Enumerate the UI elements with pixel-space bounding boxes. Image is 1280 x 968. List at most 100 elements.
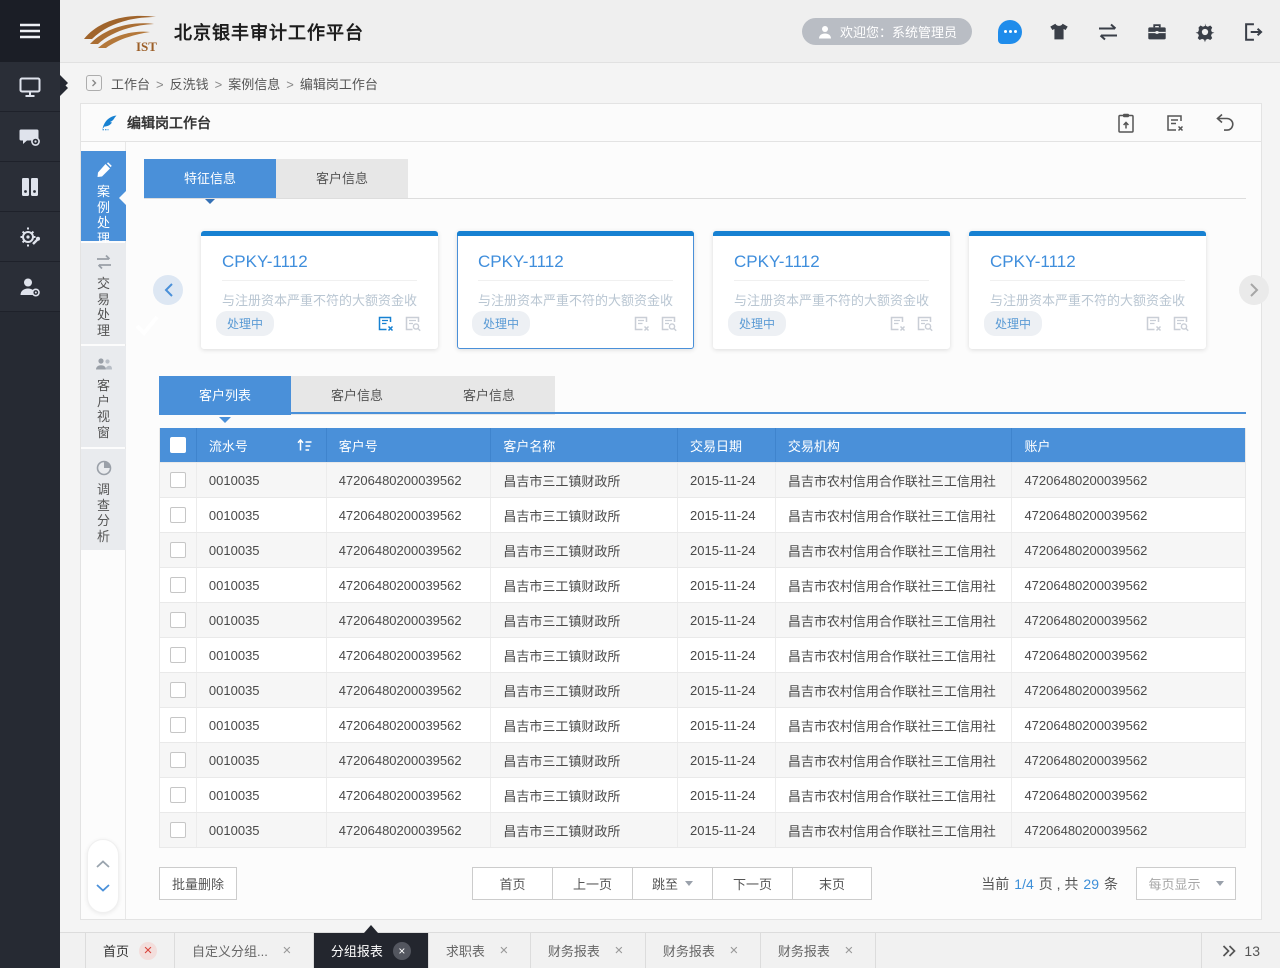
table-row[interactable]: 0010035 47206480200039562 昌吉市三工镇财政所 2015…: [160, 463, 1245, 498]
card-view-doc-icon[interactable]: [660, 315, 677, 332]
breadcrumb-item[interactable]: 反洗钱>: [170, 74, 223, 93]
feature-tab[interactable]: 特征信息: [144, 159, 276, 198]
table-row[interactable]: 0010035 47206480200039562 昌吉市三工镇财政所 2015…: [160, 603, 1245, 638]
column-header[interactable]: 账户: [1012, 428, 1245, 462]
jump-to-button[interactable]: 跳至: [632, 867, 712, 900]
breadcrumb-chevron-icon[interactable]: [86, 75, 102, 91]
bottom-tab[interactable]: 分组报表 ×: [314, 933, 429, 968]
sidebar-item-workbench[interactable]: [0, 62, 60, 112]
vertical-tab[interactable]: 交易处理: [81, 243, 126, 344]
remove-doc-icon[interactable]: [1165, 113, 1185, 133]
row-checkbox[interactable]: [170, 542, 186, 558]
sidebar-item-archive[interactable]: [0, 162, 60, 212]
table-row[interactable]: 0010035 47206480200039562 昌吉市三工镇财政所 2015…: [160, 498, 1245, 533]
table-row[interactable]: 0010035 47206480200039562 昌吉市三工镇财政所 2015…: [160, 813, 1245, 848]
vertical-tab[interactable]: 案例处理: [81, 151, 126, 241]
table-row[interactable]: 0010035 47206480200039562 昌吉市三工镇财政所 2015…: [160, 778, 1245, 813]
row-checkbox[interactable]: [170, 752, 186, 768]
clipboard-import-icon[interactable]: [1117, 113, 1135, 133]
undo-icon[interactable]: [1215, 113, 1235, 131]
table-row[interactable]: 0010035 47206480200039562 昌吉市三工镇财政所 2015…: [160, 638, 1245, 673]
case-card[interactable]: CPKY-1112 与注册资本严重不符的大额资金收付 处理中: [969, 231, 1206, 349]
sidebar-item-messages[interactable]: [0, 112, 60, 162]
first-page-button[interactable]: 首页: [472, 867, 552, 900]
last-page-button[interactable]: 末页: [792, 867, 872, 900]
briefcase-icon[interactable]: [1146, 21, 1168, 43]
table-row[interactable]: 0010035 47206480200039562 昌吉市三工镇财政所 2015…: [160, 568, 1245, 603]
row-checkbox[interactable]: [170, 577, 186, 593]
card-remove-doc-icon[interactable]: [1145, 315, 1162, 332]
bottom-tab[interactable]: 首页 ×: [85, 933, 175, 968]
column-header[interactable]: 交易机构: [776, 428, 1013, 462]
breadcrumb-item[interactable]: 编辑岗工作台>: [300, 74, 378, 93]
card-view-doc-icon[interactable]: [404, 315, 421, 332]
breadcrumb-item[interactable]: 工作台>: [111, 74, 164, 93]
case-card[interactable]: CPKY-1112 与注册资本严重不符的大额资金收付 处理中: [713, 231, 950, 349]
case-card[interactable]: CPKY-1112 与注册资本严重不符的大额资金收付 处理中: [201, 231, 438, 349]
sort-icon[interactable]: [297, 438, 312, 452]
close-tab-icon[interactable]: ×: [725, 942, 743, 960]
batch-delete-button[interactable]: 批量删除: [159, 867, 237, 900]
logout-icon[interactable]: [1242, 21, 1264, 43]
vertical-tab[interactable]: 调查分析: [81, 449, 126, 550]
sidebar-item-users[interactable]: [0, 262, 60, 312]
close-tab-icon[interactable]: ×: [139, 942, 157, 960]
carousel-next-button[interactable]: [1239, 275, 1269, 305]
column-header[interactable]: 客户号: [327, 428, 492, 462]
sidebar-item-settings[interactable]: [0, 212, 60, 262]
close-tab-icon[interactable]: ×: [495, 942, 513, 960]
close-tab-icon[interactable]: ×: [278, 942, 296, 960]
theme-shirt-icon[interactable]: [1048, 21, 1070, 43]
bottom-tab[interactable]: 求职表 ×: [429, 933, 531, 968]
column-header[interactable]: 交易日期: [678, 428, 776, 462]
scroll-up-icon[interactable]: [96, 860, 110, 868]
bottom-tab[interactable]: 自定义分组... ×: [175, 933, 314, 968]
customer-tab[interactable]: 客户列表: [159, 376, 291, 415]
row-checkbox[interactable]: [170, 612, 186, 628]
prev-page-button[interactable]: 上一页: [552, 867, 632, 900]
next-page-button[interactable]: 下一页: [712, 867, 792, 900]
scroll-down-icon[interactable]: [96, 884, 110, 892]
card-view-doc-icon[interactable]: [1172, 315, 1189, 332]
card-remove-doc-icon[interactable]: [889, 315, 906, 332]
table-row[interactable]: 0010035 47206480200039562 昌吉市三工镇财政所 2015…: [160, 743, 1245, 778]
table-row[interactable]: 0010035 47206480200039562 昌吉市三工镇财政所 2015…: [160, 708, 1245, 743]
row-checkbox[interactable]: [170, 682, 186, 698]
settings-icon[interactable]: [1194, 21, 1216, 43]
column-header[interactable]: 客户名称: [491, 428, 678, 462]
bottom-tab[interactable]: 财务报表 ×: [646, 933, 761, 968]
card-remove-doc-icon[interactable]: [633, 315, 650, 332]
column-header[interactable]: 流水号: [209, 436, 248, 455]
messages-icon[interactable]: [998, 20, 1022, 44]
vertical-tab[interactable]: 客户视窗: [81, 346, 126, 447]
table-row[interactable]: 0010035 47206480200039562 昌吉市三工镇财政所 2015…: [160, 533, 1245, 568]
bottom-tab[interactable]: 财务报表 ×: [531, 933, 646, 968]
transfer-icon[interactable]: [1096, 22, 1120, 42]
close-tab-icon[interactable]: ×: [393, 942, 411, 960]
user-welcome-pill[interactable]: 欢迎您：系统管理员: [802, 18, 972, 45]
row-checkbox[interactable]: [170, 472, 186, 488]
cell-seq: 0010035: [197, 673, 327, 707]
cell-date: 2015-11-24: [678, 533, 776, 567]
customer-tab[interactable]: 客户信息: [291, 376, 423, 415]
customer-tab[interactable]: 客户信息: [423, 376, 555, 415]
table-row[interactable]: 0010035 47206480200039562 昌吉市三工镇财政所 2015…: [160, 673, 1245, 708]
row-checkbox[interactable]: [170, 507, 186, 523]
per-page-select[interactable]: 每页显示: [1136, 867, 1236, 900]
carousel-prev-button[interactable]: [153, 275, 183, 305]
close-tab-icon[interactable]: ×: [610, 942, 628, 960]
close-tab-icon[interactable]: ×: [840, 942, 858, 960]
card-remove-doc-icon[interactable]: [377, 315, 394, 332]
row-checkbox[interactable]: [170, 822, 186, 838]
row-checkbox[interactable]: [170, 647, 186, 663]
select-all-checkbox[interactable]: [170, 437, 186, 453]
bottom-tab[interactable]: 财务报表 ×: [761, 933, 876, 968]
row-checkbox[interactable]: [170, 717, 186, 733]
tab-overflow-button[interactable]: 13: [1201, 933, 1280, 968]
breadcrumb-item[interactable]: 案例信息>: [228, 74, 294, 93]
card-view-doc-icon[interactable]: [916, 315, 933, 332]
case-card[interactable]: CPKY-1112 与注册资本严重不符的大额资金收付 处理中: [457, 231, 694, 349]
row-checkbox[interactable]: [170, 787, 186, 803]
feature-tab[interactable]: 客户信息: [276, 159, 408, 198]
menu-toggle-button[interactable]: [0, 0, 60, 62]
